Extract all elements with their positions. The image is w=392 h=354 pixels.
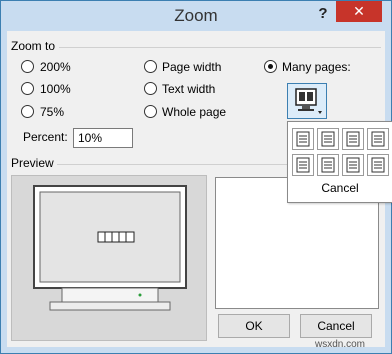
radio-75[interactable]	[21, 105, 34, 118]
group-divider	[59, 47, 381, 48]
page-icon	[296, 157, 310, 173]
page-icon	[346, 131, 360, 147]
page-icon	[371, 157, 385, 173]
page-grid-cell[interactable]	[342, 154, 364, 176]
page-grid-cell[interactable]	[367, 154, 389, 176]
page-grid-cell[interactable]	[317, 154, 339, 176]
page-grid-cell[interactable]	[367, 128, 389, 150]
page-icon	[321, 131, 335, 147]
title-bar: Zoom ? ✕	[1, 1, 391, 31]
label-page-width: Page width	[162, 60, 222, 74]
page-icon	[371, 131, 385, 147]
zoom-dialog: Zoom ? ✕ Zoom to 200% 100% 75% Page widt…	[0, 0, 392, 354]
radio-whole-page[interactable]	[144, 105, 157, 118]
radio-page-width[interactable]	[144, 60, 157, 73]
percent-label: Percent:	[23, 130, 68, 144]
watermark: wsxdn.com	[315, 339, 366, 350]
monitor-preview-icon	[33, 185, 187, 311]
page-icon	[296, 131, 310, 147]
preview-monitor-area	[11, 175, 207, 341]
zoom-to-label: Zoom to	[11, 39, 56, 53]
radio-100[interactable]	[21, 82, 34, 95]
radio-many-pages[interactable]	[264, 60, 277, 73]
label-100: 100%	[40, 82, 71, 96]
radio-text-width[interactable]	[144, 82, 157, 95]
label-200: 200%	[40, 60, 71, 74]
percent-field[interactable]: 10%	[73, 128, 133, 148]
preview-label: Preview	[11, 156, 54, 170]
cancel-button[interactable]: Cancel	[300, 314, 372, 338]
page-icon	[346, 157, 360, 173]
label-whole-page: Whole page	[162, 105, 227, 119]
help-button[interactable]: ?	[313, 5, 333, 25]
close-button[interactable]: ✕	[336, 1, 382, 22]
label-many-pages: Many pages:	[282, 60, 351, 74]
monitor-pages-icon	[295, 88, 322, 114]
page-grid-cell[interactable]	[292, 128, 314, 150]
page-grid-cell[interactable]	[317, 128, 339, 150]
many-pages-button[interactable]	[287, 83, 327, 119]
popup-cancel-button[interactable]: Cancel	[288, 181, 392, 195]
label-text-width: Text width	[162, 82, 216, 96]
label-75: 75%	[40, 105, 65, 119]
many-pages-popup: Cancel	[287, 121, 392, 203]
radio-200[interactable]	[21, 60, 34, 73]
page-grid-cell[interactable]	[292, 154, 314, 176]
ok-button[interactable]: OK	[218, 314, 290, 338]
page-icon	[321, 157, 335, 173]
page-grid-cell[interactable]	[342, 128, 364, 150]
percent-value: 10%	[78, 131, 103, 145]
